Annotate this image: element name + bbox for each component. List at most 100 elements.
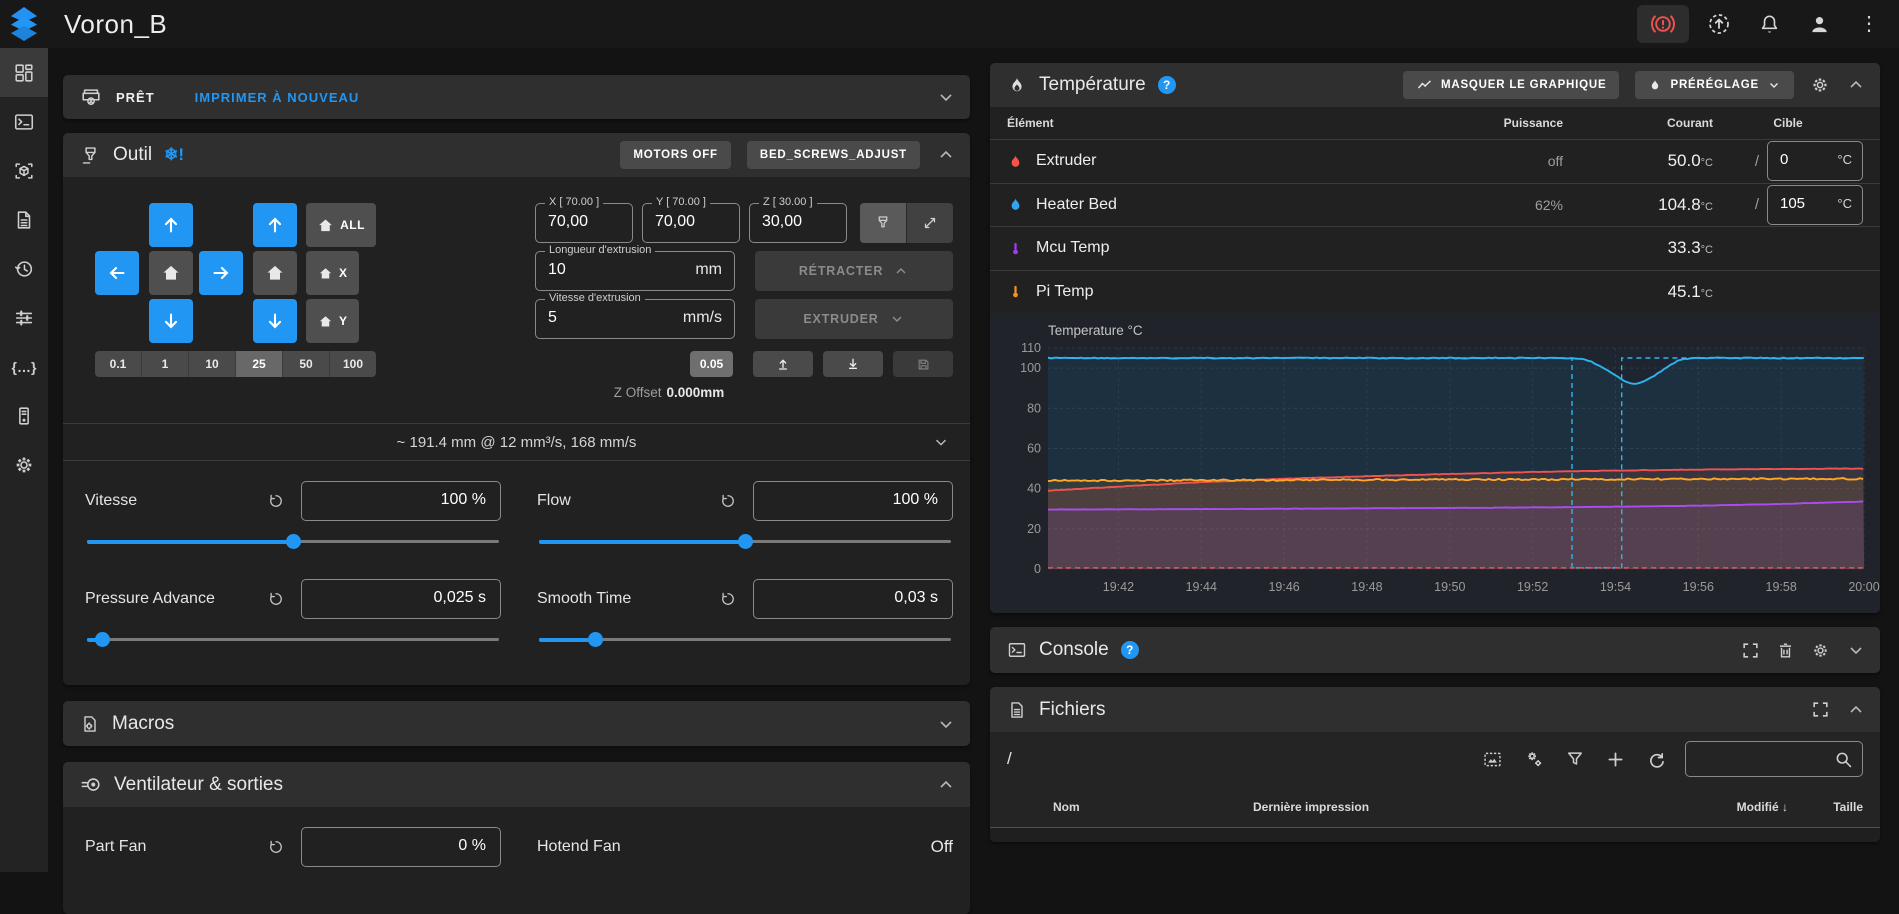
motors-off-button[interactable]: MOTORS OFF <box>620 141 730 169</box>
sidebar-item-console[interactable] <box>0 97 48 146</box>
overflow-menu-icon[interactable]: ⋮ <box>1849 4 1889 44</box>
move-distance-1[interactable]: 1 <box>142 351 189 377</box>
jog-z-minus-button[interactable] <box>253 299 297 343</box>
printer-icon <box>80 86 102 108</box>
reset-icon[interactable] <box>267 492 285 510</box>
user-account-icon[interactable] <box>1799 4 1839 44</box>
target-temp-input[interactable]: 105°C <box>1767 185 1863 225</box>
notifications-bell-icon[interactable] <box>1749 4 1789 44</box>
move-distance-25[interactable]: 25 <box>236 351 283 377</box>
factor-input[interactable]: 0,025 s <box>301 579 501 619</box>
reset-icon[interactable] <box>719 590 737 608</box>
chevron-down-icon[interactable] <box>932 433 950 451</box>
bed-screws-adjust-button[interactable]: BED_SCREWS_ADJUST <box>747 141 920 169</box>
emergency-stop-button[interactable] <box>1637 5 1689 43</box>
sidebar-item-settings[interactable] <box>0 440 48 489</box>
extrusion-estimate-row[interactable]: ~ 191.4 mm @ 12 mm³/s, 168 mm/s <box>63 423 970 461</box>
factor-input[interactable]: 100 % <box>753 481 953 521</box>
home-xy-button[interactable] <box>149 251 193 295</box>
home-z-button[interactable] <box>253 251 297 295</box>
home-x-button[interactable]: X <box>306 251 359 295</box>
hide-graph-button[interactable]: MASQUER LE GRAPHIQUE <box>1403 71 1620 99</box>
zoffset-down-button[interactable] <box>823 351 883 377</box>
reprint-button[interactable]: IMPRIMER À NOUVEAU <box>195 90 360 105</box>
add-icon[interactable] <box>1605 749 1626 770</box>
col-name[interactable]: Nom <box>1053 800 1253 814</box>
factor-input[interactable]: 100 % <box>301 481 501 521</box>
help-icon[interactable]: ? <box>1121 641 1139 659</box>
jog-y-minus-button[interactable] <box>149 299 193 343</box>
factor-slider[interactable] <box>537 529 953 553</box>
temperature-table: Extruderoff50.0°C/0°CHeater Bed62%104.8°… <box>990 139 1880 313</box>
chevron-down-icon[interactable] <box>936 87 956 107</box>
move-distance-50[interactable]: 50 <box>283 351 330 377</box>
temperature-table-header: Élément Puissance Courant Cible <box>990 107 1880 139</box>
expand-chevron-icon[interactable] <box>1846 640 1866 660</box>
thumbnails-toggle-icon[interactable] <box>1482 749 1503 770</box>
zoffset-increment-button[interactable]: 0.05 <box>690 351 733 377</box>
macros-panel: Macros <box>63 701 970 746</box>
fullscreen-icon[interactable] <box>1811 700 1830 719</box>
zoffset-up-button[interactable] <box>753 351 813 377</box>
zoffset-save-button[interactable] <box>893 351 953 377</box>
move-distance-100[interactable]: 100 <box>330 351 376 377</box>
collapse-chevron-icon[interactable] <box>1846 700 1866 720</box>
factor-slider[interactable] <box>85 529 501 553</box>
refresh-icon[interactable] <box>1646 749 1667 770</box>
col-last-print[interactable]: Dernière impression <box>1253 800 1678 814</box>
part-fan-input[interactable]: 0 % <box>301 827 501 867</box>
jog-y-plus-button[interactable] <box>149 203 193 247</box>
position-z-field[interactable]: Z [ 30.00 ]30,00 <box>749 203 847 243</box>
sensor-power: 62% <box>1453 197 1563 213</box>
jog-x-plus-button[interactable] <box>199 251 243 295</box>
factor-slider[interactable] <box>537 627 953 651</box>
reset-icon[interactable] <box>719 492 737 510</box>
update-available-icon[interactable] <box>1699 4 1739 44</box>
collapse-chevron-icon[interactable] <box>1846 75 1866 95</box>
jog-z-plus-button[interactable] <box>253 203 297 247</box>
col-modified[interactable]: Modifié ↓ <box>1678 800 1788 814</box>
extrusion-speed-field[interactable]: Vitesse d'extrusion 5 mm/s <box>535 299 735 339</box>
cross-move-mode-toggle-icon[interactable] <box>906 203 953 243</box>
expand-chevron-icon[interactable] <box>936 714 956 734</box>
sidebar-item-config[interactable]: {…} <box>0 342 48 391</box>
retract-button[interactable]: RÉTRACTER <box>755 251 953 291</box>
move-distance-10[interactable]: 10 <box>189 351 236 377</box>
factor-vitesse: Vitesse100 % <box>85 481 501 553</box>
file-settings-gears-icon[interactable] <box>1523 748 1545 770</box>
mainsail-logo[interactable] <box>0 0 48 48</box>
collapse-chevron-icon[interactable] <box>936 145 956 165</box>
col-size[interactable]: Taille <box>1788 800 1863 814</box>
position-y-field[interactable]: Y [ 70.00 ]70,00 <box>642 203 740 243</box>
target-temp-input[interactable]: 0°C <box>1767 141 1863 181</box>
reset-icon[interactable] <box>267 590 285 608</box>
flame-icon <box>1007 153 1024 170</box>
collapse-chevron-icon[interactable] <box>936 775 956 795</box>
sidebar-item-gcode-viewer[interactable] <box>0 146 48 195</box>
sidebar-item-tune[interactable] <box>0 293 48 342</box>
extrusion-length-field[interactable]: Longueur d'extrusion 10 mm <box>535 251 735 291</box>
sidebar-item-dashboard[interactable] <box>0 48 48 97</box>
factor-slider[interactable] <box>85 627 501 651</box>
nozzle-mode-toggle-icon[interactable] <box>860 203 906 243</box>
gear-icon[interactable] <box>1810 75 1830 95</box>
preset-button[interactable]: PRÉRÉGLAGE <box>1635 71 1794 99</box>
jog-x-minus-button[interactable] <box>95 251 139 295</box>
home-y-button[interactable]: Y <box>306 299 359 343</box>
gear-icon[interactable] <box>1811 641 1830 660</box>
extrude-button[interactable]: EXTRUDER <box>755 299 953 339</box>
position-x-field[interactable]: X [ 70.00 ]70,00 <box>535 203 633 243</box>
trash-icon[interactable] <box>1776 641 1795 660</box>
sidebar-item-history[interactable] <box>0 244 48 293</box>
factor-input[interactable]: 0,03 s <box>753 579 953 619</box>
reset-icon[interactable] <box>267 838 285 856</box>
sidebar-item-machine[interactable] <box>0 391 48 440</box>
move-distance-0.1[interactable]: 0.1 <box>95 351 142 377</box>
sidebar-item-gcode-files[interactable] <box>0 195 48 244</box>
temp-row-extruder: Extruderoff50.0°C/0°C <box>990 139 1880 183</box>
filter-icon[interactable] <box>1565 749 1585 769</box>
file-search-input[interactable] <box>1685 741 1863 777</box>
home-all-button[interactable]: ALL <box>306 203 376 247</box>
help-icon[interactable]: ? <box>1158 76 1176 94</box>
fullscreen-icon[interactable] <box>1741 641 1760 660</box>
